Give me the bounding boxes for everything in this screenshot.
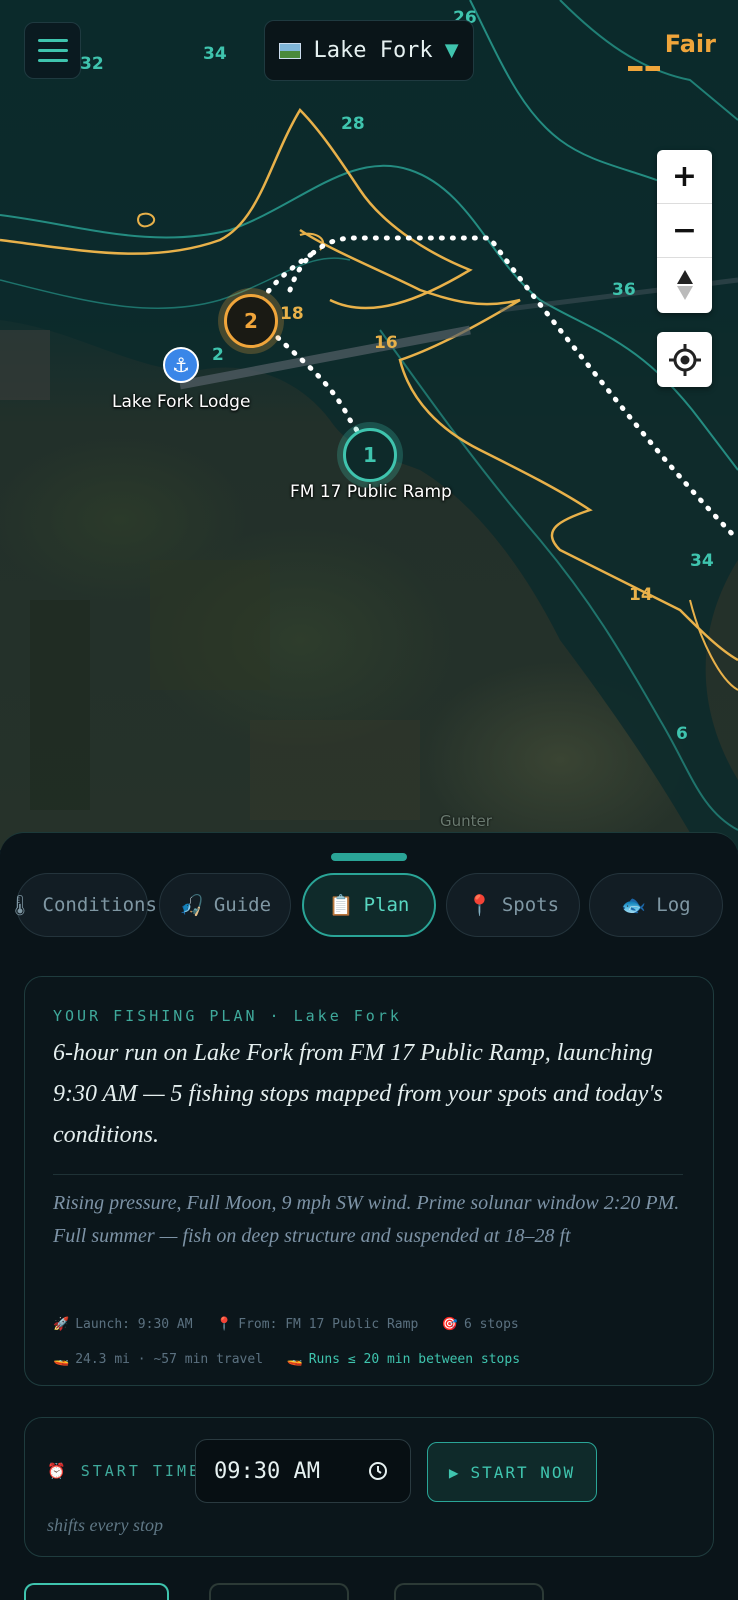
depth-label: 28 bbox=[341, 114, 365, 134]
angler-icon: 🎣 bbox=[178, 893, 204, 917]
tab-log[interactable]: 🐟 Log bbox=[589, 873, 723, 937]
plan-summary-card: YOUR FISHING PLAN · Lake Fork 6-hour run… bbox=[24, 976, 714, 1386]
lake-name: Lake Fork bbox=[313, 38, 433, 63]
depth-label: 36 bbox=[612, 280, 636, 300]
target-icon: 🎯 bbox=[441, 1317, 458, 1332]
rocket-icon: 🚀 bbox=[53, 1317, 70, 1332]
caret-down-icon: ▼ bbox=[444, 40, 459, 61]
divider bbox=[53, 1174, 683, 1175]
boat-icon: 🚤 bbox=[286, 1352, 303, 1367]
play-icon: ▶ bbox=[448, 1462, 461, 1482]
stop-label: FM 17 Public Ramp bbox=[290, 482, 452, 502]
depth-label: 34 bbox=[690, 551, 714, 571]
lake-selector[interactable]: Lake Fork ▼ bbox=[264, 20, 474, 81]
alarm-clock-icon: ⏰ bbox=[47, 1462, 69, 1480]
start-time-card: ⏰ START TIME 09:30 AM ▶ START NOW shifts… bbox=[24, 1417, 714, 1557]
boat-icon: 🚤 bbox=[53, 1352, 70, 1367]
compass-icon bbox=[676, 270, 693, 300]
plan-meta-row-2: 🚤 24.3 mi · ~57 min travel 🚤 Runs ≤ 20 min… bbox=[53, 1352, 521, 1367]
zoom-out-button[interactable]: − bbox=[657, 204, 712, 258]
plan-kicker: YOUR FISHING PLAN · Lake Fork bbox=[53, 1007, 402, 1025]
pin-icon: 📍 bbox=[466, 893, 492, 917]
clock-icon[interactable] bbox=[368, 1461, 388, 1481]
stop-chip[interactable] bbox=[209, 1583, 349, 1600]
anchor-icon[interactable]: ⚓ bbox=[163, 347, 199, 383]
stop-marker-1[interactable]: 1 bbox=[343, 428, 397, 482]
zoom-control: + − bbox=[657, 150, 712, 313]
tab-spots[interactable]: 📍 Spots bbox=[446, 873, 580, 937]
depth-label: 16 bbox=[374, 333, 398, 353]
conditions-rating[interactable]: Fair bbox=[665, 30, 716, 58]
plan-headline: 6-hour run on Lake Fork from FM 17 Publi… bbox=[53, 1040, 663, 1148]
crosshair-icon bbox=[668, 343, 701, 376]
clipboard-icon: 📋 bbox=[328, 893, 354, 917]
menu-button[interactable] bbox=[24, 22, 81, 79]
map-contours bbox=[0, 0, 738, 850]
depth-label: 14 bbox=[629, 585, 653, 605]
start-time-input[interactable]: 09:30 AM bbox=[195, 1439, 411, 1503]
stop-chip[interactable] bbox=[394, 1583, 544, 1600]
bass-icon: 🐟 bbox=[621, 893, 647, 917]
stop-chips-row bbox=[24, 1583, 724, 1600]
map-icon bbox=[279, 42, 302, 59]
menu-icon bbox=[37, 39, 68, 42]
sheet-drag-handle[interactable] bbox=[331, 853, 407, 861]
tab-bar: 🌡 Conditions 🎣 Guide 📋 Plan 📍 Spots 🐟 Lo… bbox=[7, 873, 726, 939]
rating-indicator bbox=[628, 66, 660, 71]
stop-marker-2[interactable]: 2 bbox=[224, 294, 278, 348]
bottom-sheet: 🌡 Conditions 🎣 Guide 📋 Plan 📍 Spots 🐟 Lo… bbox=[0, 832, 738, 1600]
depth-label: 18 bbox=[280, 304, 304, 324]
thermometer-icon: 🌡 bbox=[7, 893, 33, 917]
depth-label: 32 bbox=[80, 54, 104, 74]
locate-me-button[interactable] bbox=[657, 332, 712, 387]
depth-label: 6 bbox=[676, 724, 688, 744]
town-label: Gunter bbox=[440, 812, 492, 830]
tab-conditions[interactable]: 🌡 Conditions bbox=[7, 873, 157, 937]
plan-meta-row-1: 🚀 Launch: 9:30 AM 📍 From: FM 17 Public Ram… bbox=[53, 1317, 519, 1332]
depth-label: 2 bbox=[212, 345, 224, 365]
zoom-in-button[interactable]: + bbox=[657, 150, 712, 204]
depth-label: 34 bbox=[203, 44, 227, 64]
stop-chip[interactable] bbox=[24, 1583, 169, 1600]
tab-plan[interactable]: 📋 Plan bbox=[302, 873, 436, 937]
plan-conditions-summary: Rising pressure, Full Moon, 9 mph SW win… bbox=[53, 1192, 680, 1247]
start-time-label: ⏰ START TIME bbox=[47, 1462, 202, 1480]
start-now-button[interactable]: ▶ START NOW bbox=[427, 1442, 597, 1502]
pin-icon: 📍 bbox=[216, 1317, 233, 1332]
compass-button[interactable] bbox=[657, 258, 712, 312]
poi-label: Lake Fork Lodge bbox=[112, 392, 251, 412]
start-time-note: shifts every stop bbox=[47, 1515, 163, 1535]
map-view[interactable]: 26 32 34 28 36 18 2 16 34 14 6 Lake Fork… bbox=[0, 0, 738, 850]
tab-guide[interactable]: 🎣 Guide bbox=[159, 873, 291, 937]
